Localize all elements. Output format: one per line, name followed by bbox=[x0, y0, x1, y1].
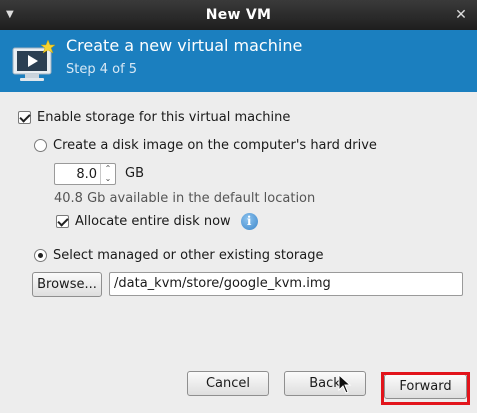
select-existing-row[interactable]: Select managed or other existing storage bbox=[34, 248, 323, 263]
select-existing-radio[interactable] bbox=[34, 249, 47, 262]
browse-button[interactable]: Browse... bbox=[32, 272, 102, 297]
stepper-arrows[interactable]: ⌃ ⌄ bbox=[100, 164, 115, 184]
forward-highlight bbox=[381, 372, 470, 405]
mouse-cursor-icon bbox=[338, 374, 352, 394]
info-icon[interactable]: i bbox=[240, 213, 258, 230]
allocate-disk-checkbox[interactable] bbox=[56, 215, 69, 228]
back-button[interactable]: Back bbox=[284, 371, 366, 396]
cancel-button[interactable]: Cancel bbox=[187, 371, 269, 396]
select-existing-label[interactable]: Select managed or other existing storage bbox=[53, 248, 323, 263]
storage-options: Enable storage for this virtual machine … bbox=[0, 92, 477, 413]
wizard-heading: Create a new virtual machine bbox=[66, 36, 303, 55]
window-title: New VM bbox=[205, 7, 272, 23]
allocate-disk-label[interactable]: Allocate entire disk now bbox=[75, 214, 231, 229]
disk-size-stepper[interactable]: 8.0 ⌃ ⌄ bbox=[54, 163, 116, 185]
close-icon[interactable]: ✕ bbox=[453, 7, 469, 23]
virtual-machine-icon bbox=[12, 40, 56, 81]
enable-storage-row[interactable]: Enable storage for this virtual machine bbox=[18, 110, 290, 125]
available-space-text: 40.8 Gb available in the default locatio… bbox=[54, 191, 316, 206]
enable-storage-checkbox[interactable] bbox=[18, 111, 31, 124]
allocate-row[interactable]: Allocate entire disk now i bbox=[56, 213, 258, 230]
wizard-banner: Create a new virtual machine Step 4 of 5 bbox=[0, 30, 477, 92]
enable-storage-label[interactable]: Enable storage for this virtual machine bbox=[37, 110, 290, 125]
wizard-step: Step 4 of 5 bbox=[66, 62, 138, 77]
chevron-up-icon[interactable]: ⌃ bbox=[101, 164, 115, 174]
storage-path-input[interactable]: /data_kvm/store/google_kvm.img bbox=[109, 272, 463, 296]
disk-size-unit: GB bbox=[125, 166, 144, 181]
create-disk-label[interactable]: Create a disk image on the computer's ha… bbox=[53, 138, 377, 153]
title-bar: ▼ New VM ✕ bbox=[0, 0, 477, 30]
chevron-down-icon[interactable]: ⌄ bbox=[101, 174, 115, 184]
create-disk-radio[interactable] bbox=[34, 139, 47, 152]
create-disk-row[interactable]: Create a disk image on the computer's ha… bbox=[34, 138, 377, 153]
disk-size-value[interactable]: 8.0 bbox=[76, 167, 97, 182]
